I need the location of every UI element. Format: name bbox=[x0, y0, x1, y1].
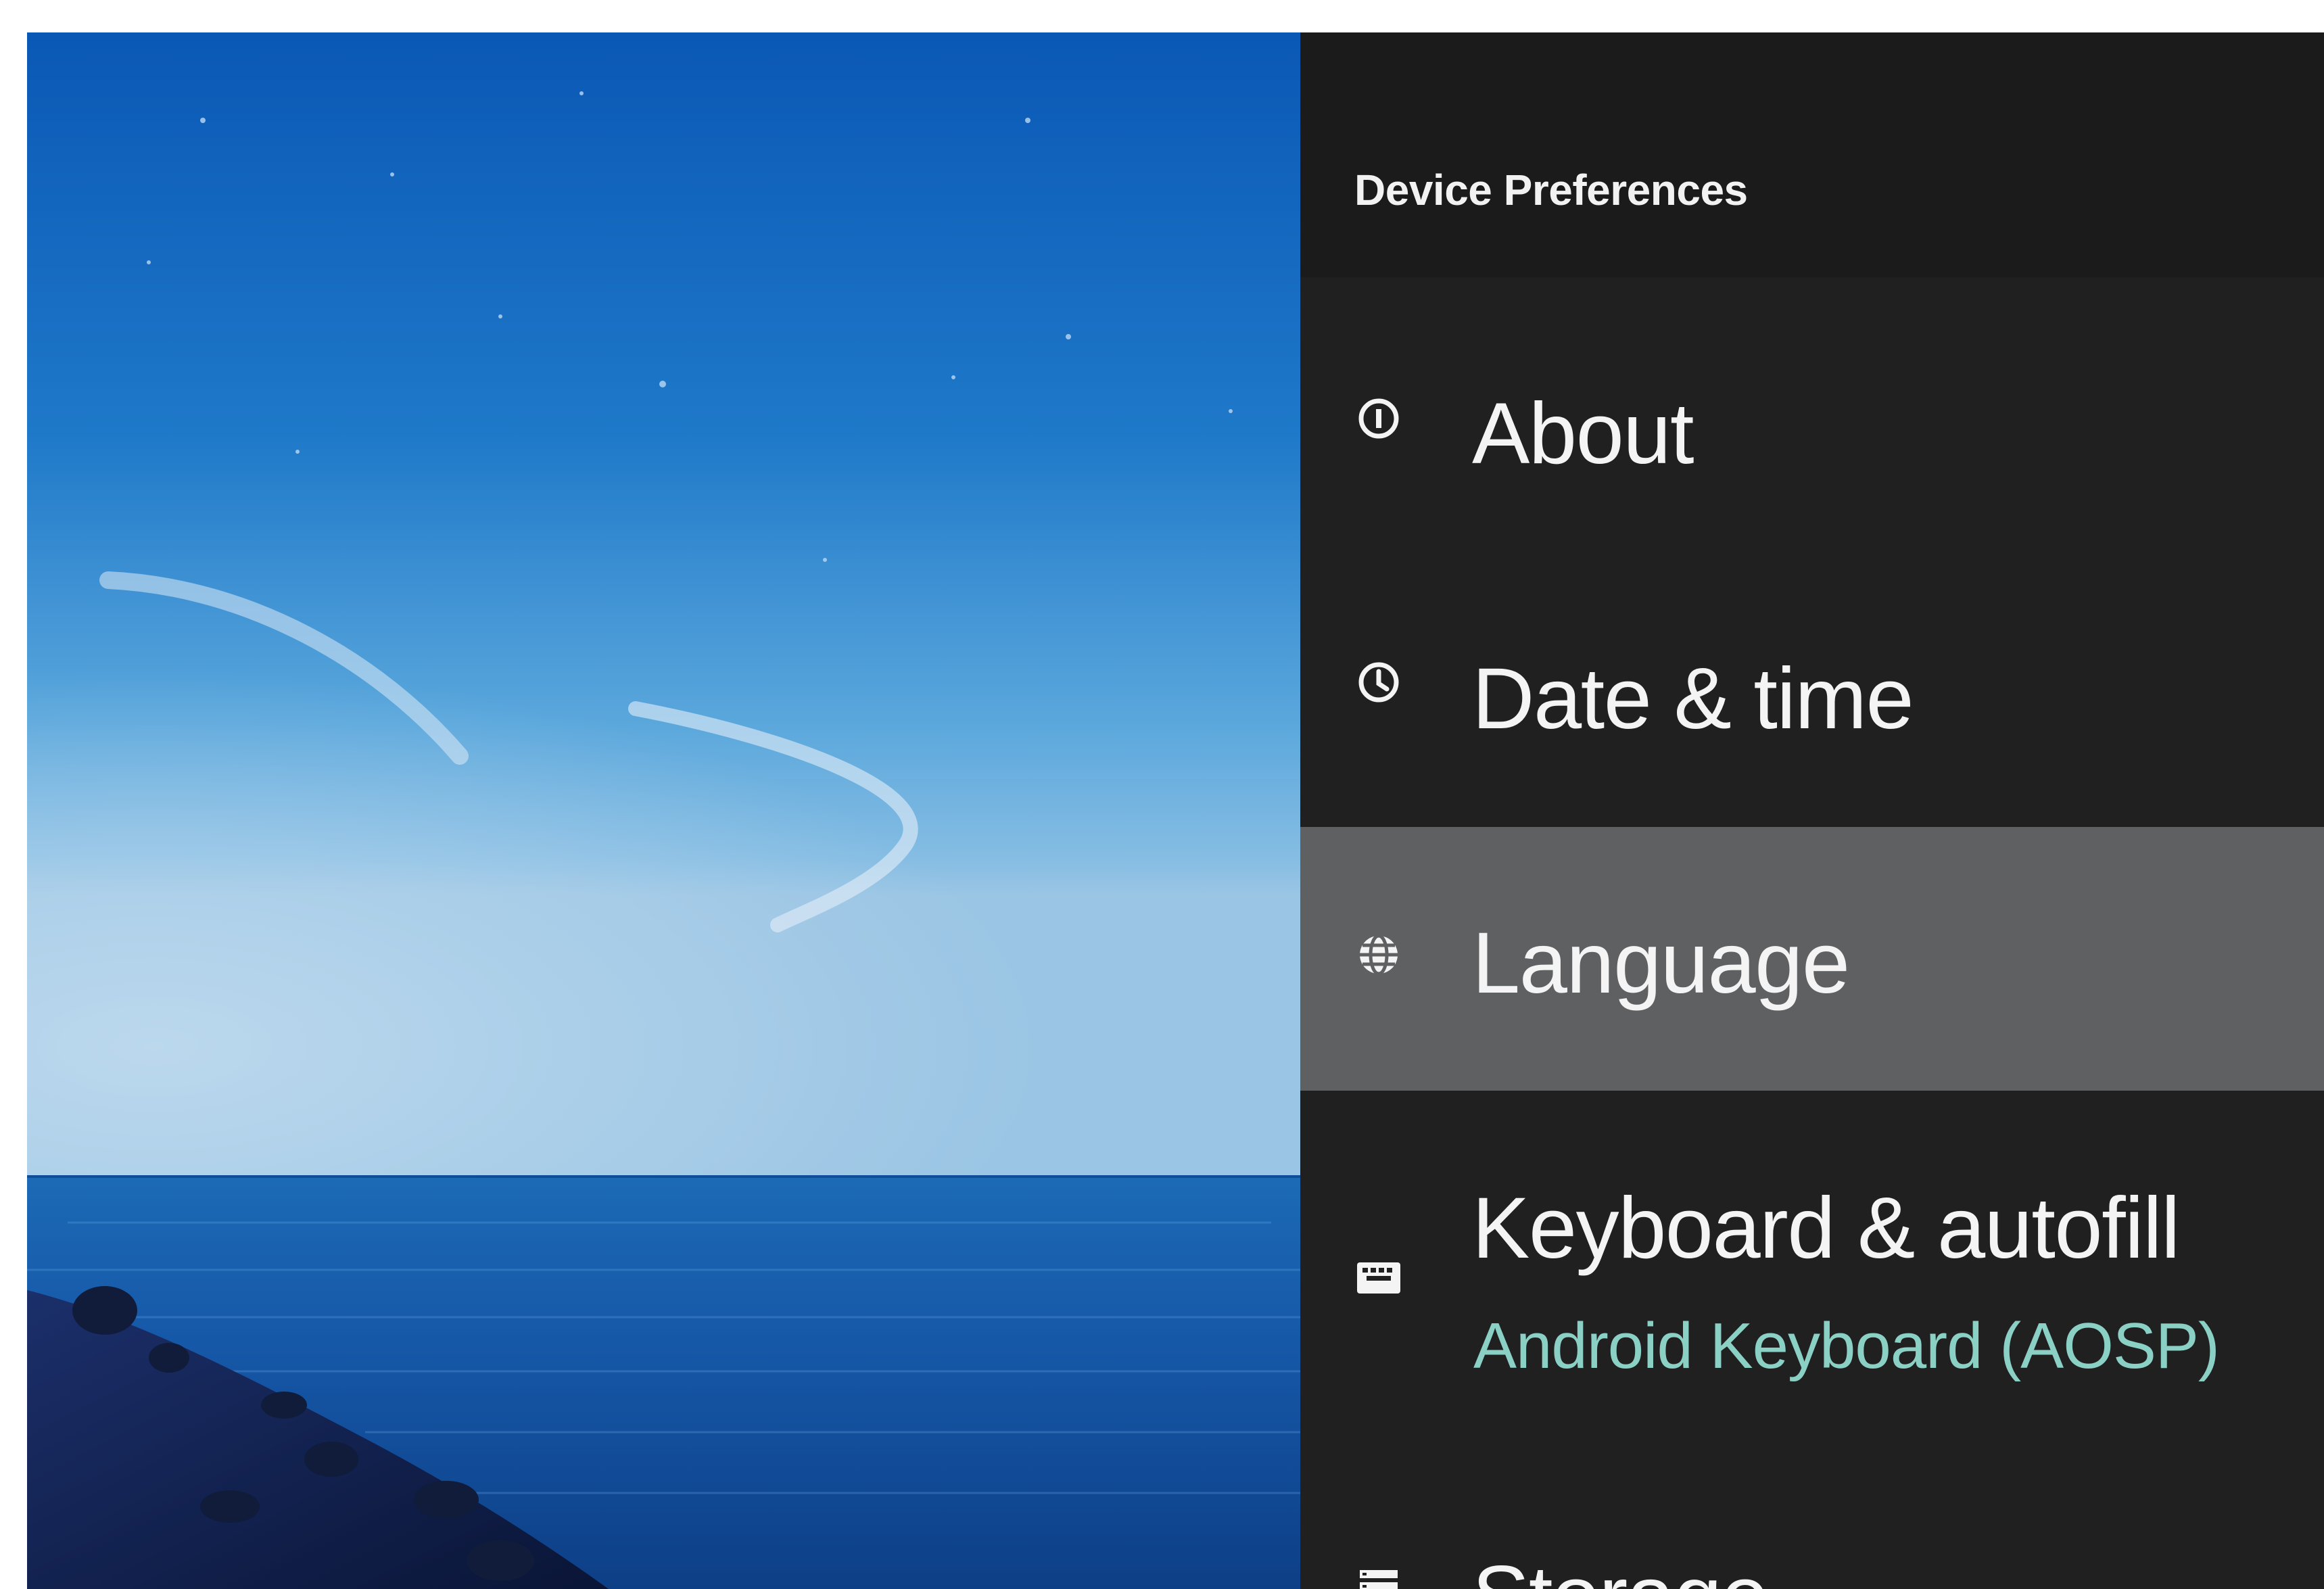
menu-item-subtitle: Android Keyboard (AOSP) bbox=[1473, 1310, 2220, 1382]
menu-item-about[interactable]: About bbox=[1300, 300, 2324, 563]
menu-item-date-time[interactable]: Date & time bbox=[1300, 563, 2324, 827]
globe-icon bbox=[1354, 930, 1403, 979]
tv-settings-screen: Device Preferences About Date & time Lan… bbox=[27, 32, 2324, 1589]
panel-header: Device Preferences bbox=[1300, 32, 2324, 277]
ocean-wallpaper-image bbox=[27, 32, 1300, 1589]
menu-item-language[interactable]: Language bbox=[1300, 827, 2324, 1091]
clock-icon bbox=[1354, 658, 1403, 707]
keyboard-icon bbox=[1354, 1253, 1403, 1302]
storage-icon bbox=[1354, 1566, 1403, 1589]
menu-item-storage[interactable]: Storage bbox=[1300, 1490, 2324, 1589]
menu-item-label: Storage bbox=[1472, 1554, 1769, 1589]
menu-item-label: About bbox=[1472, 385, 1694, 482]
menu-item-label: Keyboard & autofill bbox=[1472, 1180, 2180, 1277]
menu-item-label: Date & time bbox=[1472, 650, 1914, 747]
info-icon bbox=[1354, 394, 1403, 443]
settings-panel: Device Preferences About Date & time Lan… bbox=[1300, 32, 2324, 1589]
menu-item-label: Language bbox=[1472, 915, 1850, 1012]
menu-item-keyboard-autofill[interactable]: Keyboard & autofill Android Keyboard (AO… bbox=[1300, 1091, 2324, 1490]
panel-title: Device Preferences bbox=[1354, 166, 1748, 214]
